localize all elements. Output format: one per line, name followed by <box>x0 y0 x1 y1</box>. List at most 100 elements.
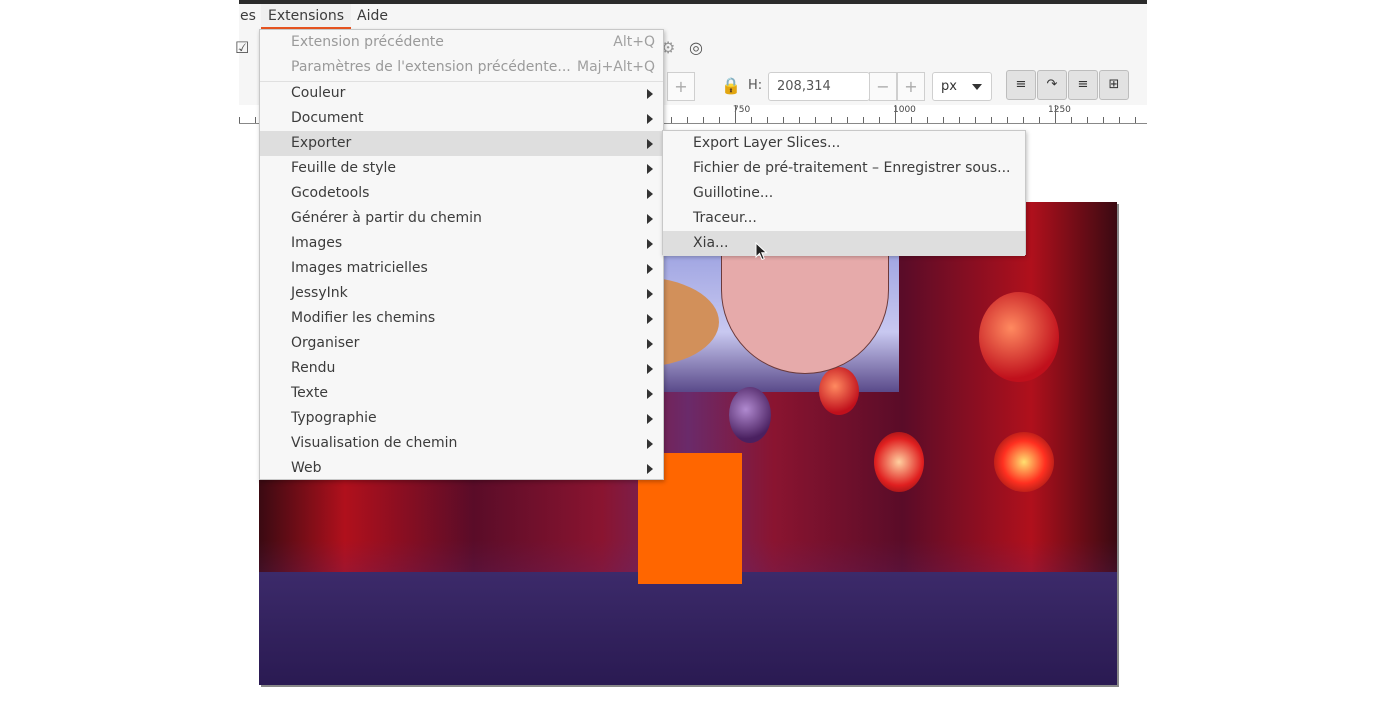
menubar: es Extensions Aide <box>239 4 1147 29</box>
ruler-tick <box>751 117 752 123</box>
menu-item[interactable]: Générer à partir du chemin <box>260 206 663 231</box>
menu-item-label: Extension précédente <box>291 34 444 50</box>
menu-item[interactable]: Texte <box>260 381 663 406</box>
photo-floor <box>259 572 1117 685</box>
ruler-tick <box>911 117 912 123</box>
target-icon[interactable]: ◎ <box>689 38 703 57</box>
menu-item[interactable]: Modifier les chemins <box>260 306 663 331</box>
h-increase-button[interactable]: + <box>897 72 925 101</box>
submenu-arrow-icon <box>647 189 653 199</box>
submenu-item[interactable]: Traceur... <box>663 206 1025 231</box>
exporter-submenu: Export Layer Slices... Fichier de pré-tra… <box>662 130 1026 256</box>
ruler-tick <box>815 117 816 123</box>
submenu-arrow-icon <box>647 264 653 274</box>
submenu-arrow-icon <box>647 464 653 474</box>
ruler-tick <box>1055 105 1056 123</box>
menu-item[interactable]: Document <box>260 106 663 131</box>
submenu-arrow-icon <box>647 89 653 99</box>
submenu-arrow-icon <box>647 214 653 224</box>
ruler-tick <box>1103 117 1104 123</box>
menu-partial-item[interactable]: es <box>233 4 263 29</box>
submenu-item-label: Traceur... <box>693 210 757 226</box>
submenu-item[interactable]: Export Layer Slices... <box>663 131 1025 156</box>
submenu-item[interactable]: Guillotine... <box>663 181 1025 206</box>
ruler-tick <box>927 117 928 123</box>
ruler-tick <box>255 117 256 123</box>
inkscape-window: es Extensions Aide ☑ ⚙ ◎ + 🔒 H: 208,314 … <box>0 0 1387 719</box>
menu-item-label: Texte <box>291 385 328 401</box>
ruler-tick <box>975 117 976 123</box>
menu-item[interactable]: JessyInk <box>260 281 663 306</box>
menu-item-label: Visualisation de chemin <box>291 435 458 451</box>
menu-item[interactable]: Gcodetools <box>260 181 663 206</box>
submenu-item-label: Guillotine... <box>693 185 774 201</box>
scale-stroke-icon[interactable]: ≡ <box>1006 70 1036 100</box>
lock-icon[interactable]: 🔒 <box>721 76 741 95</box>
menu-item-shortcut: Alt+Q <box>613 34 655 50</box>
submenu-arrow-icon <box>647 114 653 124</box>
ruler-tick <box>783 117 784 123</box>
unit-select[interactable]: px <box>932 72 992 101</box>
menu-item-label: Images matricielles <box>291 260 428 276</box>
h-input[interactable]: 208,314 <box>768 72 870 101</box>
menu-item-label: Rendu <box>291 360 336 376</box>
menu-item[interactable]: Visualisation de chemin <box>260 431 663 456</box>
ruler-tick <box>767 117 768 123</box>
ruler-tick <box>735 105 736 123</box>
menu-item-label: Modifier les chemins <box>291 310 436 326</box>
menu-item-label: Web <box>291 460 322 476</box>
menu-item[interactable]: Images <box>260 231 663 256</box>
lantern-shape <box>874 432 924 492</box>
menu-item-label: Exporter <box>291 135 352 151</box>
ruler-tick <box>671 117 672 123</box>
ruler-tick <box>895 105 896 123</box>
lantern-shape <box>729 387 771 443</box>
menu-item[interactable]: Exporter <box>260 131 663 156</box>
menu-item[interactable]: Feuille de style <box>260 156 663 181</box>
menu-item[interactable]: Organiser <box>260 331 663 356</box>
move-gradients-icon[interactable]: ≡ <box>1068 70 1098 100</box>
scale-corners-icon[interactable]: ↷ <box>1037 70 1067 100</box>
submenu-arrow-icon <box>647 389 653 399</box>
menu-item[interactable]: Couleur <box>260 81 663 106</box>
menu-item[interactable]: Web <box>260 456 663 481</box>
menu-item-label: Organiser <box>291 335 360 351</box>
menu-item-label: Gcodetools <box>291 185 370 201</box>
lantern-shape <box>819 367 859 415</box>
menu-aide[interactable]: Aide <box>350 4 395 29</box>
extensions-menu: Extension précédente Alt+Q Paramètres de l… <box>259 29 664 480</box>
ruler-tick <box>863 117 864 123</box>
ruler-tick <box>719 117 720 123</box>
menu-item[interactable]: Rendu <box>260 356 663 381</box>
menu-item-label: Couleur <box>291 85 346 101</box>
menu-item-label: Typographie <box>291 410 377 426</box>
menu-item[interactable]: Images matricielles <box>260 256 663 281</box>
ruler-tick <box>879 117 880 123</box>
menu-item-shortcut: Maj+Alt+Q <box>577 59 655 75</box>
h-decrease-button[interactable]: − <box>869 72 897 101</box>
submenu-arrow-icon <box>647 364 653 374</box>
chevron-down-icon <box>972 84 982 90</box>
menu-item-label: JessyInk <box>291 285 348 301</box>
menu-extensions[interactable]: Extensions <box>261 4 352 29</box>
ruler-tick <box>239 117 240 123</box>
submenu-item[interactable]: Xia... <box>663 231 1025 256</box>
submenu-arrow-icon <box>647 289 653 299</box>
menu-item: Extension précédente Alt+Q <box>260 30 663 55</box>
menu-item[interactable]: Typographie <box>260 406 663 431</box>
menu-item-label: Feuille de style <box>291 160 397 176</box>
ruler-tick <box>943 117 944 123</box>
ruler-label: 1000 <box>893 105 916 115</box>
lantern-shape <box>979 292 1059 382</box>
ruler-tick <box>847 117 848 123</box>
ruler-tick <box>687 117 688 123</box>
ruler-tick <box>959 117 960 123</box>
move-patterns-icon[interactable]: ⊞ <box>1099 70 1129 100</box>
zoom-page-icon[interactable]: ☑ <box>235 38 249 57</box>
submenu-arrow-icon <box>647 439 653 449</box>
submenu-item-label: Xia... <box>693 235 729 251</box>
menu-item-label: Paramètres de l'extension précédente... <box>291 59 571 75</box>
submenu-item[interactable]: Fichier de pré-traitement – Enregistrer … <box>663 156 1025 181</box>
submenu-arrow-icon <box>647 314 653 324</box>
w-increase-button[interactable]: + <box>667 72 695 101</box>
